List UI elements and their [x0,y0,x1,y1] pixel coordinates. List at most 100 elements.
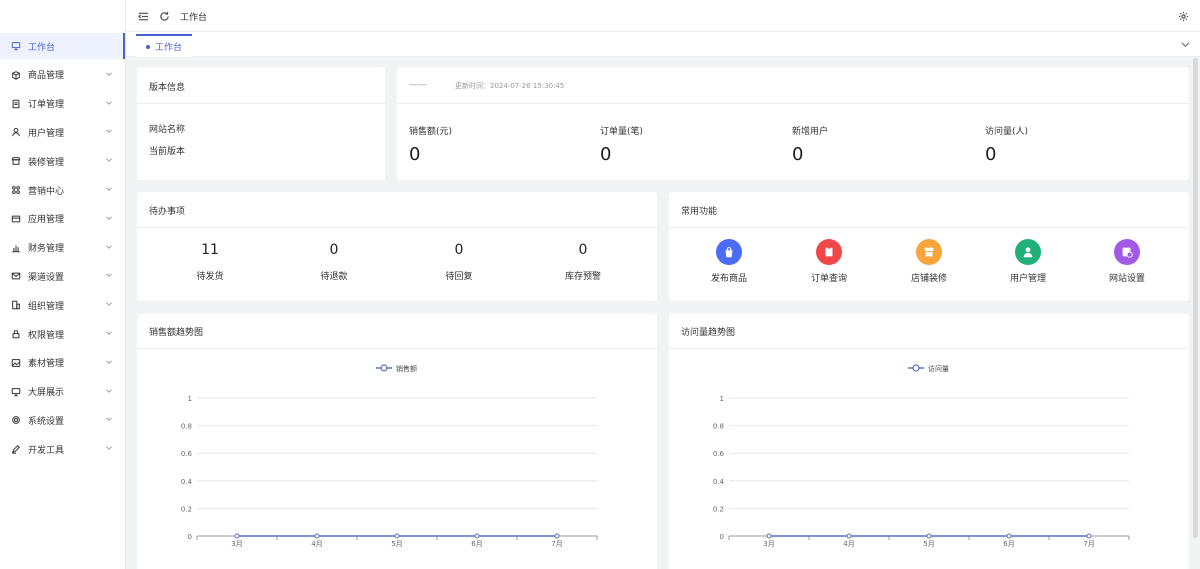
sidebar-item-label: 营销中心 [28,186,65,197]
page-scrollbar[interactable] [1193,58,1198,538]
sales-line-chart: 销售额 0 0.2 0.4 0.6 0.8 1 3月 4月 5月 6月 7月 [181,364,598,548]
function-label[interactable]: 发布商品 [689,271,769,284]
stock-alert-label[interactable]: 库存预警 [543,269,623,282]
orders-label: 订单量(笔) [600,127,644,137]
pending-ship-label[interactable]: 待发货 [170,269,250,282]
sidebar-item-7[interactable]: 财务管理 [0,235,125,261]
sidebar-item-label: 大屏展示 [28,388,65,399]
shop-icon[interactable] [916,239,942,265]
grid-icon [10,184,22,196]
y-tick-label: 0.6 [713,450,725,458]
x-tick-label: 6月 [471,540,482,548]
sidebar-item-8[interactable]: 渠道设置 [0,263,125,289]
function-label[interactable]: 店铺装修 [889,271,969,284]
sidebar-item-1[interactable]: 商品管理 [0,62,125,88]
sidebar-item-label: 开发工具 [28,445,65,456]
version-card-title: 版本信息 [149,83,186,93]
sidebar-item-label: 素材管理 [28,359,65,370]
chevron-down-icon [105,127,113,135]
y-tick-label: 0.8 [181,423,192,431]
user-icon [10,126,22,138]
tab-workbench[interactable]: 工作台 [136,34,193,57]
sidebar-item-label: 系统设置 [28,416,65,427]
monitor-icon [10,40,22,52]
bag-icon[interactable] [716,239,742,265]
y-tick-label: 0.6 [181,450,193,458]
document-icon [10,98,22,110]
data-point [234,533,240,539]
stock-alert-value[interactable]: 0 [543,242,623,258]
refresh-icon[interactable] [157,9,171,23]
divider [397,103,1189,104]
sidebar-item-12[interactable]: 大屏展示 [0,379,125,405]
pending-ship-value[interactable]: 11 [170,242,250,258]
function-label[interactable]: 网站设置 [1087,271,1167,284]
data-point [1086,533,1092,539]
legend-marker [912,364,920,372]
sidebar-item-label: 渠道设置 [28,272,65,283]
data-point [554,533,560,539]
y-tick-label: 0.2 [713,505,724,513]
legend-label: 访问量 [928,364,949,373]
chevron-down-icon [105,185,113,193]
chevron-down-icon [105,243,113,251]
pending-reply-label[interactable]: 待回复 [419,269,499,282]
tab-bar: 工作台 [126,32,1200,57]
visits-value: 0 [985,144,997,165]
visits-chart-card: 访问量趋势图 访问量 0 0.2 0.4 0.6 0.8 1 3月 4月 5月 6月 7月 [669,314,1189,569]
chevron-down-icon [105,444,113,452]
divider [137,103,385,104]
pending-refund-label[interactable]: 待退款 [294,269,374,282]
pending-reply-value[interactable]: 0 [419,242,499,258]
chevron-down-icon [105,214,113,222]
function-label[interactable]: 用户管理 [988,271,1068,284]
sidebar-item-label: 组织管理 [28,301,65,312]
sidebar-item-label: 财务管理 [28,244,65,255]
sidebar-item-0[interactable]: 工作台 [0,33,125,59]
sidebar-item-label: 用户管理 [28,128,65,139]
todo-card: 待办事项 11 待发货 0 待退款 0 待回复 0 库存预警 [137,192,657,301]
menu-fold-icon[interactable] [136,9,150,23]
stats-card: —— 更新时间：2024-07-26 15:30:45 销售额(元) 0 订单量… [397,67,1189,180]
y-tick-label: 1 [188,395,192,403]
x-tick-label: 6月 [1003,540,1014,548]
function-label[interactable]: 订单查询 [789,271,869,284]
sidebar-item-4[interactable]: 装修管理 [0,148,125,174]
chevron-down-icon[interactable] [1181,40,1190,49]
sidebar-item-13[interactable]: 系统设置 [0,407,125,433]
user-icon[interactable] [1015,239,1041,265]
settings-icon[interactable] [1176,9,1190,23]
chevron-down-icon [105,329,113,337]
x-tick-label: 4月 [843,540,854,548]
box-icon [10,69,22,81]
top-header: 工作台 [126,0,1200,32]
sidebar-item-label: 权限管理 [28,330,65,341]
site-name-label: 网站名称 [149,125,186,135]
site-settings-icon[interactable] [1114,239,1140,265]
mail-icon [10,270,22,282]
sidebar-item-6[interactable]: 应用管理 [0,206,125,232]
chevron-down-icon [105,358,113,366]
sidebar-item-3[interactable]: 用户管理 [0,119,125,145]
store-icon [10,155,22,167]
sidebar: 工作台商品管理订单管理用户管理装修管理营销中心应用管理财务管理渠道设置组织管理权… [0,0,126,569]
x-tick-label: 3月 [231,540,242,548]
stats-card-title: —— [409,80,427,90]
chevron-down-icon [105,300,113,308]
sidebar-item-11[interactable]: 素材管理 [0,350,125,376]
clipboard-icon[interactable] [816,239,842,265]
y-tick-label: 1 [720,395,724,403]
sidebar-item-5[interactable]: 营销中心 [0,177,125,203]
sidebar-item-10[interactable]: 权限管理 [0,321,125,347]
sidebar-item-2[interactable]: 订单管理 [0,91,125,117]
y-tick-label: 0.2 [181,505,192,513]
bar-chart-icon [10,242,22,254]
pending-refund-value[interactable]: 0 [294,242,374,258]
sales-value: 0 [409,144,421,165]
lock-icon [10,328,22,340]
sidebar-item-14[interactable]: 开发工具 [0,436,125,462]
data-point [926,533,932,539]
sidebar-item-9[interactable]: 组织管理 [0,292,125,318]
screen-icon [10,386,22,398]
chevron-down-icon [105,70,113,78]
